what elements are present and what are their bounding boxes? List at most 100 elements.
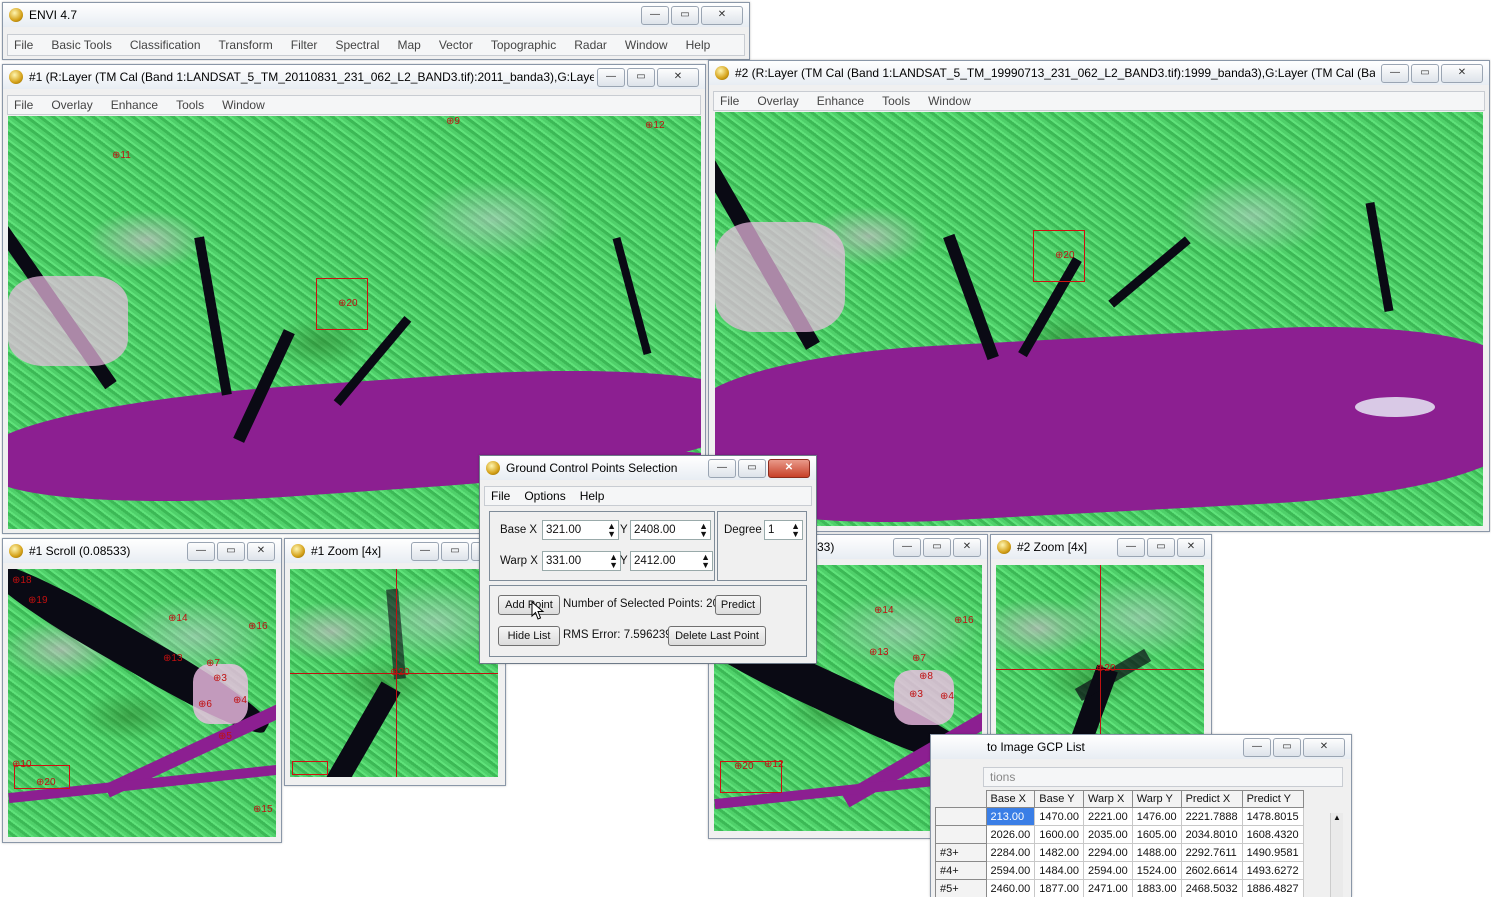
maximize-button[interactable]: ▭ [1411,64,1439,83]
maximize-button[interactable]: ▭ [1147,538,1175,557]
close-button[interactable]: ✕ [701,6,743,25]
table-cell[interactable]: 2460.00 [986,880,1035,897]
gcp-marker[interactable]: ⊕19 [28,595,48,606]
maximize-button[interactable]: ▭ [671,6,699,25]
table-cell[interactable]: 2221.7888 [1181,808,1242,826]
close-button[interactable]: ✕ [1177,538,1205,557]
row-label[interactable] [936,808,987,826]
gcp-marker[interactable]: ⊕18 [12,575,32,586]
table-cell[interactable]: 2471.00 [1084,880,1133,897]
warp-y-field[interactable]: 2412.00 ▲▼ [630,551,713,571]
gcp-dialog-title-bar[interactable]: Ground Control Points Selection — ▭ ✕ [480,456,816,480]
base-y-value[interactable]: 2408.00 [634,524,676,536]
column-header[interactable]: Base Y [1035,791,1084,808]
menu-window[interactable]: Window [928,94,971,108]
gcp-table[interactable]: Base X Base Y Warp X Warp Y Predict X Pr… [935,790,1304,897]
menu-file[interactable]: File [14,38,33,52]
scroll-view-box[interactable] [14,765,70,789]
table-cell[interactable]: 1877.00 [1035,880,1084,897]
minimize-button[interactable]: — [597,68,625,87]
menu-transform[interactable]: Transform [219,38,273,52]
gcp-marker[interactable]: ⊕15 [253,804,273,815]
maximize-button[interactable]: ▭ [441,542,469,561]
column-header[interactable]: Base X [986,791,1035,808]
table-cell[interactable]: 1883.00 [1132,880,1181,897]
degree-value[interactable]: 1 [768,524,774,536]
close-button[interactable]: ✕ [953,538,981,557]
minimize-button[interactable]: — [1381,64,1409,83]
gcp-marker[interactable]: ⊕20 [338,298,358,309]
menu-overlay[interactable]: Overlay [51,98,92,112]
gcp-marker[interactable]: ⊕13 [163,653,183,664]
table-cell[interactable]: 1886.4827 [1242,880,1303,897]
menu-file[interactable]: File [720,94,739,108]
table-cell[interactable]: 1493.6272 [1242,862,1303,880]
zoom-1-image[interactable]: ⊕20 [290,569,498,777]
menu-classification[interactable]: Classification [130,38,201,52]
gcp-marker[interactable]: ⊕20 [1096,663,1116,674]
column-header[interactable]: Predict Y [1242,791,1303,808]
scroll-up-icon[interactable]: ▲ [1331,813,1343,823]
menu-window[interactable]: Window [625,38,668,52]
gcp-marker[interactable]: ⊕14 [874,605,894,616]
close-button[interactable]: ✕ [1303,738,1345,757]
gcp-marker[interactable]: ⊕5 [218,731,232,742]
menu-file[interactable]: File [491,489,510,503]
table-row[interactable]: 2026.00 1600.00 2035.00 1605.00 2034.801… [936,826,1304,844]
zoom-control-box[interactable] [292,761,328,775]
table-cell[interactable]: 2284.00 [986,844,1035,862]
display-2-title-bar[interactable]: #2 (R:Layer (TM Cal (Band 1:LANDSAT_5_TM… [709,61,1489,85]
table-row[interactable]: #5+ 2460.00 1877.00 2471.00 1883.00 2468… [936,880,1304,897]
table-cell[interactable]: 213.00 [986,808,1035,826]
table-cell[interactable]: 2468.5032 [1181,880,1242,897]
table-cell[interactable]: 1478.8015 [1242,808,1303,826]
menu-help[interactable]: Help [580,489,605,503]
gcp-marker[interactable]: ⊕6 [198,699,212,710]
close-button[interactable]: ✕ [657,68,699,87]
base-y-field[interactable]: 2408.00 ▲▼ [630,520,711,540]
maximize-button[interactable]: ▭ [738,459,766,478]
row-label[interactable] [936,826,987,844]
column-header[interactable]: Predict X [1181,791,1242,808]
gcp-marker[interactable]: ⊕7 [912,653,926,664]
maximize-button[interactable]: ▭ [1273,738,1301,757]
predict-button[interactable]: Predict [715,595,761,615]
zoom-2-title-bar[interactable]: #2 Zoom [4x] — ▭ ✕ [991,535,1211,559]
menu-options[interactable]: tions [990,770,1015,784]
warp-y-value[interactable]: 2412.00 [634,555,676,567]
table-cell[interactable]: 1476.00 [1132,808,1181,826]
menu-map[interactable]: Map [397,38,420,52]
menu-filter[interactable]: Filter [291,38,318,52]
minimize-button[interactable]: — [1243,738,1271,757]
spinner-arrows-icon[interactable]: ▲▼ [609,553,618,569]
table-cell[interactable]: 1484.00 [1035,862,1084,880]
close-button[interactable]: ✕ [768,459,810,478]
scroll-1-image[interactable]: ⊕18 ⊕19 ⊕14 ⊕16 ⊕13 ⊕7 ⊕3 ⊕4 ⊕6 ⊕5 ⊕10 ⊕… [8,569,276,837]
gcp-marker[interactable]: ⊕13 [869,647,889,658]
scroll-1-title-bar[interactable]: #1 Scroll (0.08533) — ▭ ✕ [3,539,281,563]
table-cell[interactable]: 2034.8010 [1181,826,1242,844]
gcp-marker[interactable]: ⊕12 [645,120,665,131]
menu-spectral[interactable]: Spectral [335,38,379,52]
table-cell[interactable]: 1490.9581 [1242,844,1303,862]
table-cell[interactable]: 2026.00 [986,826,1035,844]
minimize-button[interactable]: — [187,542,215,561]
menu-overlay[interactable]: Overlay [757,94,798,108]
menu-window[interactable]: Window [222,98,265,112]
table-cell[interactable]: 2292.7611 [1181,844,1242,862]
minimize-button[interactable]: — [708,459,736,478]
menu-tools[interactable]: Tools [882,94,910,108]
gcp-marker[interactable]: ⊕9 [446,116,460,127]
menu-options[interactable]: Options [524,489,565,503]
display-2-image[interactable]: ⊕20 [715,112,1483,526]
scroll-view-box[interactable] [720,761,782,793]
gcp-marker[interactable]: ⊕11 [112,150,131,161]
table-cell[interactable]: 1488.00 [1132,844,1181,862]
table-cell[interactable]: 2294.00 [1084,844,1133,862]
table-cell[interactable]: 1470.00 [1035,808,1084,826]
spinner-arrows-icon[interactable]: ▲▼ [791,522,800,538]
menu-file[interactable]: File [14,98,33,112]
envi-title-bar[interactable]: ENVI 4.7 — ▭ ✕ [3,3,749,27]
gcp-marker[interactable]: ⊕4 [233,695,247,706]
minimize-button[interactable]: — [411,542,439,561]
